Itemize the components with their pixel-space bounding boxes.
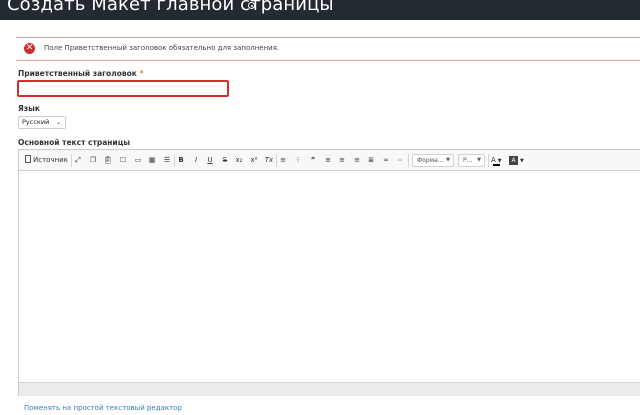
horizontal-rule-icon[interactable]: ☰: [162, 155, 172, 166]
paste-icon[interactable]: 📋︎: [103, 155, 113, 166]
chevron-down-icon: ▼: [520, 158, 524, 164]
format-select-label: Форма...: [417, 157, 444, 164]
chevron-down-icon: ⌄: [55, 119, 61, 126]
background-color-button[interactable]: A ▼: [509, 154, 525, 167]
body-text-label: Основной текст страницы: [18, 138, 131, 147]
welcome-title-label-text: Приветственный заголовок: [18, 69, 137, 78]
bulleted-list-icon[interactable]: ⁝: [293, 155, 303, 166]
switch-to-plain-editor-link[interactable]: Поменять на простой текстовый редактор: [24, 404, 182, 412]
link-icon[interactable]: ∞: [381, 155, 391, 166]
language-selected-value: Русский: [22, 118, 50, 126]
align-right-icon[interactable]: ≡: [352, 155, 362, 166]
strike-button[interactable]: S: [220, 155, 230, 166]
text-color-label: A: [491, 156, 496, 164]
welcome-title-input[interactable]: [17, 80, 229, 97]
font-size-select[interactable]: Р... ▼: [458, 154, 485, 167]
toolbar-separator: [174, 154, 175, 167]
unlink-icon[interactable]: ∞: [395, 155, 405, 166]
background-color-label: A: [509, 156, 518, 165]
language-label: Язык: [18, 104, 41, 113]
rich-text-editor: Источник ⤢ ❐ 📋︎ ☐ ▭ ▦ ☰ B I U S x₂ x² Tx…: [18, 149, 640, 396]
page-title: Создать Макет главной страницы: [7, 0, 334, 15]
align-justify-icon[interactable]: ≣: [366, 155, 376, 166]
format-select[interactable]: Форма... ▼: [412, 154, 454, 167]
numbered-list-icon[interactable]: ≡: [278, 155, 288, 166]
paste-text-icon[interactable]: ☐: [118, 155, 128, 166]
maximize-icon[interactable]: ⤢: [73, 155, 83, 166]
required-mark: *: [139, 69, 144, 78]
toolbar-separator: [276, 154, 277, 167]
top-header: Создать Макет главной страницы: [0, 0, 640, 20]
chevron-down-icon: ▼: [477, 157, 481, 163]
remove-format-button[interactable]: Tx: [264, 155, 274, 166]
table-icon[interactable]: ▦: [147, 155, 157, 166]
font-size-select-label: Р...: [463, 157, 473, 164]
subscript-button[interactable]: x₂: [234, 155, 244, 166]
editor-content-area[interactable]: [19, 171, 640, 382]
welcome-title-label: Приветственный заголовок *: [18, 69, 144, 78]
editor-status-bar: [19, 382, 640, 396]
editor-toolbar: Источник ⤢ ❐ 📋︎ ☐ ▭ ▦ ☰ B I U S x₂ x² Tx…: [19, 150, 640, 171]
align-center-icon[interactable]: ≡: [337, 155, 347, 166]
language-select[interactable]: Русский ⌄: [18, 116, 66, 129]
chevron-down-icon: ▼: [446, 157, 450, 163]
image-icon[interactable]: ▭: [133, 155, 143, 166]
document-icon: [25, 155, 31, 163]
italic-button[interactable]: I: [191, 155, 201, 166]
copy-icon[interactable]: ❐: [88, 155, 98, 166]
toolbar-separator: [488, 154, 489, 167]
bold-button[interactable]: B: [176, 155, 186, 166]
text-color-swatch: [493, 164, 500, 166]
superscript-button[interactable]: x²: [249, 155, 259, 166]
underline-button[interactable]: U: [205, 155, 215, 166]
source-button-label: Источник: [33, 156, 68, 164]
error-alert: ✕ Поле Приветственный заголовок обязател…: [16, 37, 640, 61]
error-message: Поле Приветственный заголовок обязательн…: [44, 44, 280, 52]
align-left-icon[interactable]: ≡: [323, 155, 333, 166]
text-color-button[interactable]: A ▼: [491, 154, 507, 167]
error-x-icon: ✕: [24, 43, 35, 54]
info-circle-icon[interactable]: [248, 2, 255, 9]
source-button[interactable]: Источник: [25, 155, 71, 166]
blockquote-icon[interactable]: ”: [308, 155, 318, 166]
toolbar-separator: [71, 154, 72, 167]
toolbar-separator: [408, 154, 409, 167]
